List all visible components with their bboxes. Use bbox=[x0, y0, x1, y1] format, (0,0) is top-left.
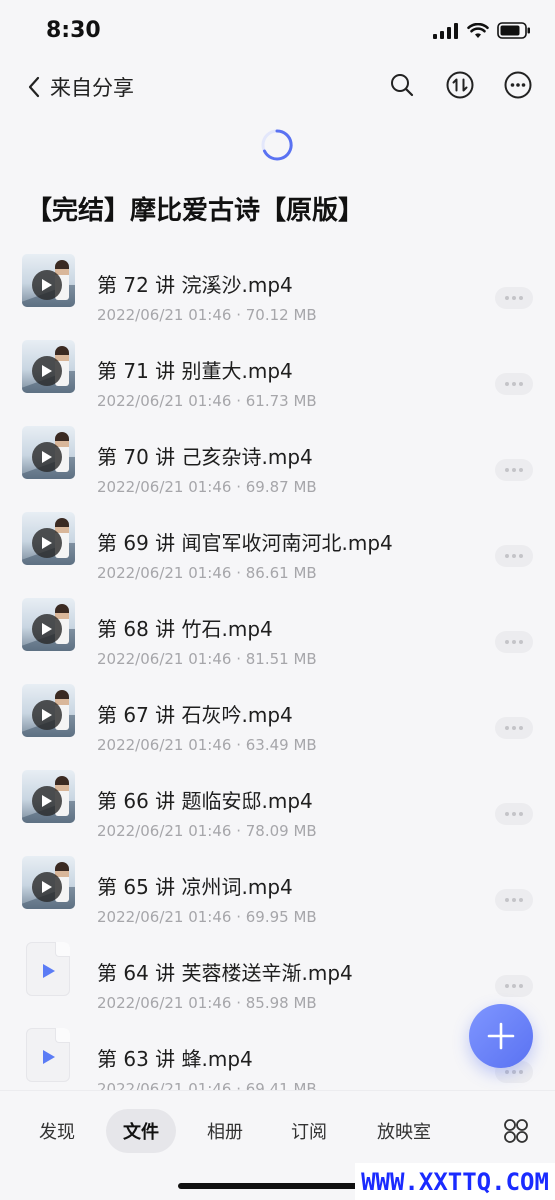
play-icon bbox=[32, 442, 62, 472]
file-meta: 2022/06/21 01:46 · 85.98 MB bbox=[97, 994, 317, 1012]
sort-button[interactable] bbox=[445, 70, 475, 100]
file-name: 第 69 讲 闻官军收河南河北.mp4 bbox=[97, 531, 393, 555]
status-time: 8:30 bbox=[46, 18, 101, 43]
more-circle-icon bbox=[504, 71, 532, 99]
chevron-left-icon bbox=[28, 76, 40, 98]
file-name: 第 71 讲 别董大.mp4 bbox=[97, 359, 293, 383]
file-name: 第 67 讲 石灰吟.mp4 bbox=[97, 703, 293, 727]
play-icon bbox=[32, 700, 62, 730]
video-file-icon bbox=[26, 1028, 70, 1082]
status-icons bbox=[433, 22, 531, 39]
file-item[interactable]: 第 64 讲 芙蓉楼送辛渐.mp4 2022/06/21 01:46 · 85.… bbox=[0, 928, 555, 1014]
file-item[interactable]: 第 67 讲 石灰吟.mp4 2022/06/21 01:46 · 63.49 … bbox=[0, 670, 555, 756]
file-meta: 2022/06/21 01:46 · 69.87 MB bbox=[97, 478, 317, 496]
home-indicator bbox=[178, 1183, 378, 1189]
search-button[interactable] bbox=[387, 70, 417, 100]
file-name: 第 63 讲 蜂.mp4 bbox=[97, 1047, 253, 1071]
add-button[interactable] bbox=[469, 1004, 533, 1068]
tab-subscribe[interactable]: 订阅 bbox=[274, 1109, 344, 1153]
file-meta: 2022/06/21 01:46 · 78.09 MB bbox=[97, 822, 317, 840]
file-item[interactable]: 第 71 讲 别董大.mp4 2022/06/21 01:46 · 61.73 … bbox=[0, 326, 555, 412]
apps-grid-icon bbox=[504, 1119, 528, 1143]
folder-title: 【完结】摩比爱古诗【原版】 bbox=[26, 196, 365, 226]
video-thumbnail bbox=[22, 770, 75, 823]
wifi-icon bbox=[467, 22, 489, 38]
file-meta: 2022/06/21 01:46 · 61.73 MB bbox=[97, 392, 317, 410]
nav-actions bbox=[387, 70, 533, 100]
search-icon bbox=[391, 74, 414, 97]
file-meta: 2022/06/21 01:46 · 69.41 MB bbox=[97, 1080, 317, 1090]
sort-icon bbox=[446, 71, 474, 99]
play-icon bbox=[32, 786, 62, 816]
video-thumbnail bbox=[22, 512, 75, 565]
status-bar: 8:30 bbox=[0, 0, 555, 64]
file-item[interactable]: 第 70 讲 己亥杂诗.mp4 2022/06/21 01:46 · 69.87… bbox=[0, 412, 555, 498]
file-meta: 2022/06/21 01:46 · 81.51 MB bbox=[97, 650, 317, 668]
item-more-button[interactable] bbox=[495, 803, 533, 825]
item-more-button[interactable] bbox=[495, 975, 533, 997]
tab-discover[interactable]: 发现 bbox=[22, 1109, 92, 1153]
item-more-button[interactable] bbox=[495, 545, 533, 567]
nav-bar: 来自分享 bbox=[0, 64, 555, 114]
file-meta: 2022/06/21 01:46 · 86.61 MB bbox=[97, 564, 317, 582]
file-item[interactable]: 第 72 讲 浣溪沙.mp4 2022/06/21 01:46 · 70.12 … bbox=[0, 240, 555, 326]
file-name: 第 72 讲 浣溪沙.mp4 bbox=[97, 273, 293, 297]
file-name: 第 66 讲 题临安邸.mp4 bbox=[97, 789, 313, 813]
file-item[interactable]: 第 66 讲 题临安邸.mp4 2022/06/21 01:46 · 78.09… bbox=[0, 756, 555, 842]
file-list: 第 72 讲 浣溪沙.mp4 2022/06/21 01:46 · 70.12 … bbox=[0, 240, 555, 1090]
file-item[interactable]: 第 68 讲 竹石.mp4 2022/06/21 01:46 · 81.51 M… bbox=[0, 584, 555, 670]
item-more-button[interactable] bbox=[495, 717, 533, 739]
video-thumbnail bbox=[22, 684, 75, 737]
apps-grid-button[interactable] bbox=[494, 1109, 538, 1153]
file-name: 第 65 讲 凉州词.mp4 bbox=[97, 875, 293, 899]
watermark: WWW.XXTTQ.COM bbox=[355, 1163, 555, 1200]
item-more-button[interactable] bbox=[495, 889, 533, 911]
item-more-button[interactable] bbox=[495, 631, 533, 653]
battery-icon bbox=[497, 22, 530, 39]
spinner-icon bbox=[261, 129, 293, 161]
back-title: 来自分享 bbox=[50, 76, 134, 100]
file-name: 第 68 讲 竹石.mp4 bbox=[97, 617, 273, 641]
file-name: 第 70 讲 己亥杂诗.mp4 bbox=[97, 445, 313, 469]
video-thumbnail bbox=[22, 340, 75, 393]
file-name: 第 64 讲 芙蓉楼送辛渐.mp4 bbox=[97, 961, 353, 985]
video-thumbnail bbox=[22, 856, 75, 909]
play-icon bbox=[32, 872, 62, 902]
file-meta: 2022/06/21 01:46 · 69.95 MB bbox=[97, 908, 317, 926]
back-button[interactable]: 来自分享 bbox=[26, 72, 134, 102]
item-more-button[interactable] bbox=[495, 459, 533, 481]
tab-album[interactable]: 相册 bbox=[190, 1109, 260, 1153]
plus-icon bbox=[487, 1022, 515, 1050]
video-thumbnail bbox=[22, 426, 75, 479]
video-file-icon bbox=[26, 942, 70, 996]
play-icon bbox=[32, 356, 62, 386]
file-meta: 2022/06/21 01:46 · 70.12 MB bbox=[97, 306, 317, 324]
video-thumbnail bbox=[22, 598, 75, 651]
item-more-button[interactable] bbox=[495, 287, 533, 309]
cellular-signal-icon bbox=[433, 22, 458, 39]
item-more-button[interactable] bbox=[495, 373, 533, 395]
loading-spinner bbox=[260, 128, 294, 166]
tab-files[interactable]: 文件 bbox=[106, 1109, 176, 1153]
play-icon bbox=[32, 270, 62, 300]
file-meta: 2022/06/21 01:46 · 63.49 MB bbox=[97, 736, 317, 754]
video-thumbnail bbox=[22, 254, 75, 307]
tab-screening-room[interactable]: 放映室 bbox=[360, 1109, 448, 1153]
file-item[interactable]: 第 69 讲 闻官军收河南河北.mp4 2022/06/21 01:46 · 8… bbox=[0, 498, 555, 584]
play-icon bbox=[32, 614, 62, 644]
file-item[interactable]: 第 65 讲 凉州词.mp4 2022/06/21 01:46 · 69.95 … bbox=[0, 842, 555, 928]
more-options-button[interactable] bbox=[503, 70, 533, 100]
play-icon bbox=[32, 528, 62, 558]
